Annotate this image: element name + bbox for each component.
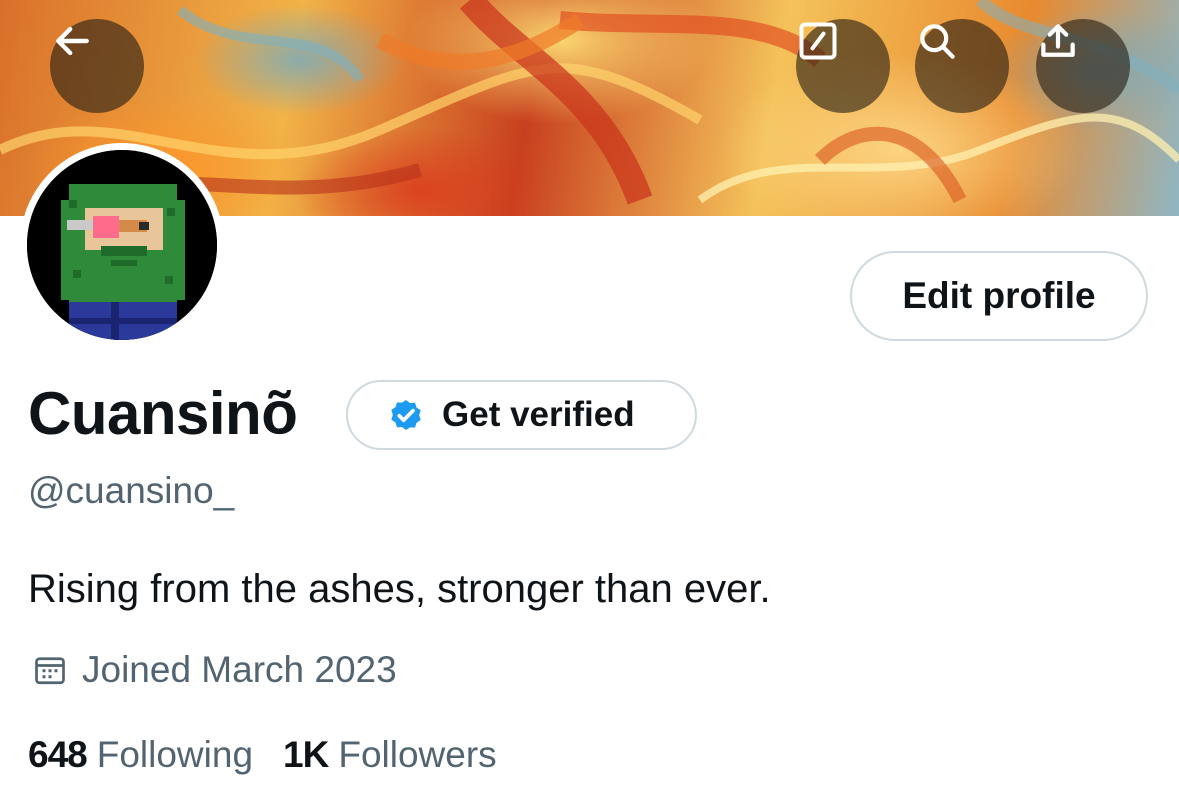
- edit-profile-button[interactable]: Edit profile: [850, 251, 1148, 341]
- share-icon: [1041, 24, 1075, 57]
- avatar[interactable]: [20, 143, 224, 347]
- profile-stats: 648 Following 1K Followers: [28, 731, 497, 779]
- followers-count: 1K: [283, 734, 329, 775]
- back-button[interactable]: [50, 19, 144, 113]
- search-button[interactable]: [915, 19, 1009, 113]
- following-count: 648: [28, 734, 88, 775]
- arrow-left-icon: [56, 26, 89, 56]
- get-verified-button[interactable]: Get verified: [346, 380, 697, 450]
- search-icon: [920, 24, 955, 59]
- joined-label: Joined March 2023: [82, 649, 397, 690]
- edit-profile-label: Edit profile: [902, 275, 1096, 316]
- avatar-image: [27, 150, 217, 340]
- following-link[interactable]: 648 Following: [28, 731, 253, 779]
- profile-page: Edit profile Cuansinõ Get verified @cuan…: [0, 0, 1179, 790]
- user-handle: @cuansino_: [28, 470, 235, 511]
- profile-bio: Rising from the ashes, stronger than eve…: [28, 567, 771, 611]
- compose-icon: [799, 22, 837, 60]
- following-label: Following: [96, 734, 254, 775]
- followers-link[interactable]: 1K Followers: [283, 731, 497, 779]
- display-name: Cuansinõ: [28, 380, 298, 447]
- calendar-icon: [32, 652, 68, 688]
- verified-badge-icon: [386, 395, 426, 435]
- followers-label: Followers: [338, 734, 497, 775]
- pixel-art-avatar-icon: [27, 150, 217, 340]
- joined-date: Joined March 2023: [32, 647, 397, 693]
- share-button[interactable]: [1036, 19, 1130, 113]
- get-verified-label: Get verified: [442, 395, 635, 434]
- compose-button[interactable]: [796, 19, 890, 113]
